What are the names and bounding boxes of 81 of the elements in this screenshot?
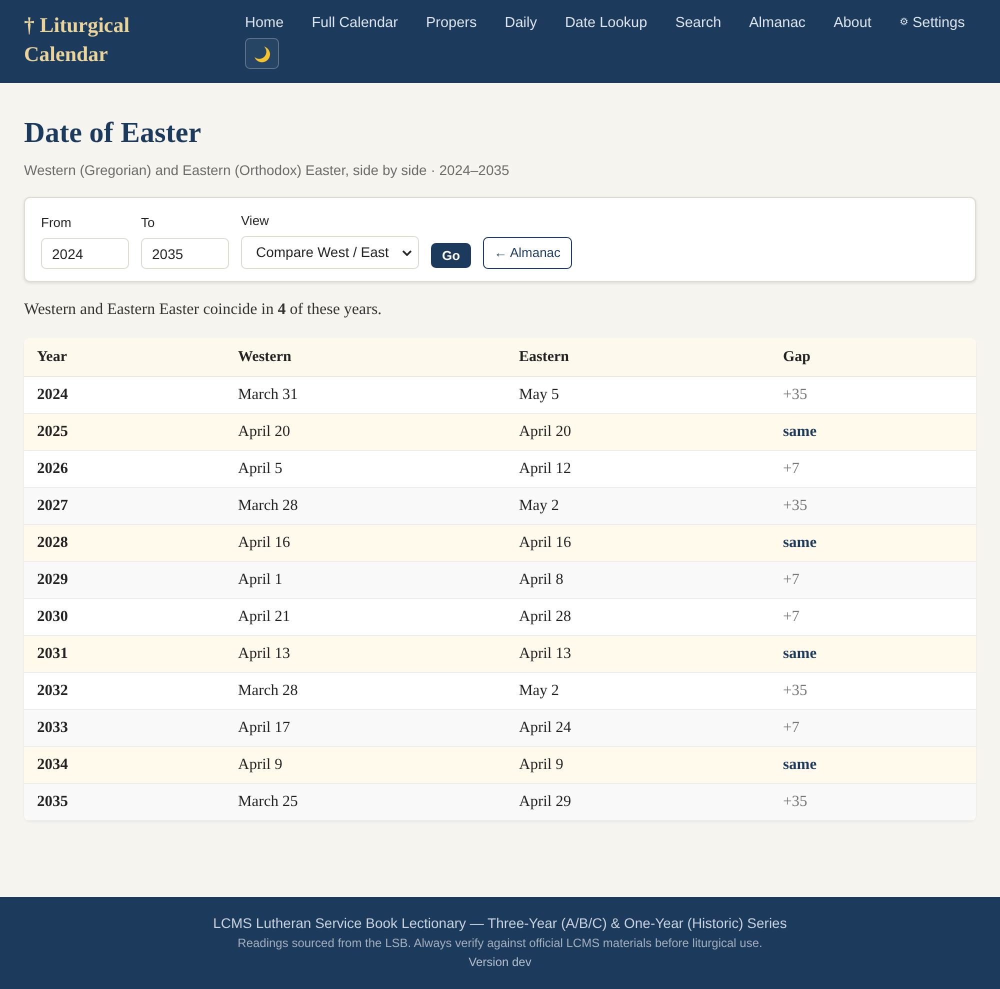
moon-icon (253, 44, 271, 62)
nav-link[interactable]: Date Lookup (564, 11, 648, 35)
gap-cell: +35 (770, 672, 976, 709)
year-cell: 2031 (24, 635, 225, 672)
go-button[interactable]: Go (431, 243, 472, 268)
nav-link[interactable]: ⚙ Settings (899, 11, 965, 35)
summary-text: Western and Eastern Easter coincide in 4 of these years. (24, 300, 383, 320)
page-subtitle: Western (Gregorian) and Eastern (Orthodox) Easter, side by side · 2024–2035 (24, 161, 510, 180)
eastern-date-cell: April 24 (506, 709, 770, 746)
page-title: Date of Easter (24, 117, 202, 149)
gap-cell: same (770, 524, 976, 561)
eastern-date-cell: April 8 (506, 561, 770, 598)
eastern-date-cell: May 5 (506, 376, 770, 413)
footer-title: LCMS Lutheran Service Book Lectionary — Three-Year (A/B/C) & One-Year (Historic) Series (213, 914, 787, 933)
year-input[interactable]: 2035 (141, 238, 229, 269)
field-label: View (241, 212, 270, 230)
field-label: To (141, 214, 156, 232)
year-cell: 2029 (24, 561, 225, 598)
eastern-date-cell: April 12 (506, 450, 770, 487)
year-cell: 2030 (24, 598, 225, 635)
nav-link[interactable]: About (834, 11, 872, 35)
western-date-cell: April 1 (225, 561, 506, 598)
eastern-date-cell: May 2 (506, 672, 770, 709)
column-header: Year (24, 338, 225, 376)
year-input[interactable]: 2024 (41, 238, 129, 269)
western-date-cell: March 28 (225, 487, 506, 524)
nav-link[interactable]: Almanac (749, 11, 806, 35)
eastern-date-cell: April 28 (506, 598, 770, 635)
footer-note: Readings sourced from the LSB. Always verify against official LCMS materials before liturgical use. (238, 935, 762, 952)
western-date-cell: April 13 (225, 635, 506, 672)
year-cell: 2032 (24, 672, 225, 709)
year-cell: 2026 (24, 450, 225, 487)
nav-link[interactable]: Home (245, 11, 284, 35)
gap-cell: +35 (770, 783, 976, 820)
view-select[interactable]: Compare West / East (241, 236, 419, 269)
year-cell: 2033 (24, 709, 225, 746)
gap-cell: +35 (770, 487, 976, 524)
western-date-cell: April 17 (225, 709, 506, 746)
year-cell: 2035 (24, 783, 225, 820)
gap-cell: +7 (770, 709, 976, 746)
western-date-cell: April 9 (225, 746, 506, 783)
field-label: From (41, 214, 72, 232)
gear-icon: ⚙ (899, 18, 908, 28)
western-date-cell: April 20 (225, 413, 506, 450)
column-header: Eastern (506, 338, 770, 376)
gap-cell: +7 (770, 598, 976, 635)
gap-cell: +35 (770, 376, 976, 413)
footer-version: Version dev (468, 954, 532, 971)
eastern-date-cell: April 29 (506, 783, 770, 820)
eastern-date-cell: April 20 (506, 413, 770, 450)
western-date-cell: April 21 (225, 598, 506, 635)
western-date-cell: March 28 (225, 672, 506, 709)
eastern-date-cell: April 16 (506, 524, 770, 561)
eastern-date-cell: May 2 (506, 487, 770, 524)
chevron-icon (402, 250, 412, 256)
year-cell: 2027 (24, 487, 225, 524)
western-date-cell: April 16 (225, 524, 506, 561)
gap-cell: same (770, 746, 976, 783)
theme-toggle-button[interactable] (245, 38, 279, 69)
eastern-date-cell: April 13 (506, 635, 770, 672)
nav-link[interactable]: Daily (504, 11, 537, 35)
gap-cell: same (770, 635, 976, 672)
year-cell: 2025 (24, 413, 225, 450)
western-date-cell: April 5 (225, 450, 506, 487)
year-cell: 2028 (24, 524, 225, 561)
western-date-cell: March 31 (225, 376, 506, 413)
year-cell: 2034 (24, 746, 225, 783)
gap-cell: same (770, 413, 976, 450)
gap-cell: +7 (770, 450, 976, 487)
nav-link[interactable]: Propers (426, 11, 477, 35)
nav-link[interactable]: Search (675, 11, 722, 35)
nav-link[interactable]: Full Calendar (312, 11, 398, 35)
site-logo[interactable]: † Liturgical Calendar (24, 11, 174, 69)
year-cell: 2024 (24, 376, 225, 413)
eastern-date-cell: April 9 (506, 746, 770, 783)
select-value: Compare West / East (256, 243, 389, 262)
gap-cell: +7 (770, 561, 976, 598)
almanac-link[interactable]: ← Almanac (483, 237, 572, 269)
column-header: Western (225, 338, 506, 376)
western-date-cell: March 25 (225, 783, 506, 820)
column-header: Gap (770, 338, 976, 376)
